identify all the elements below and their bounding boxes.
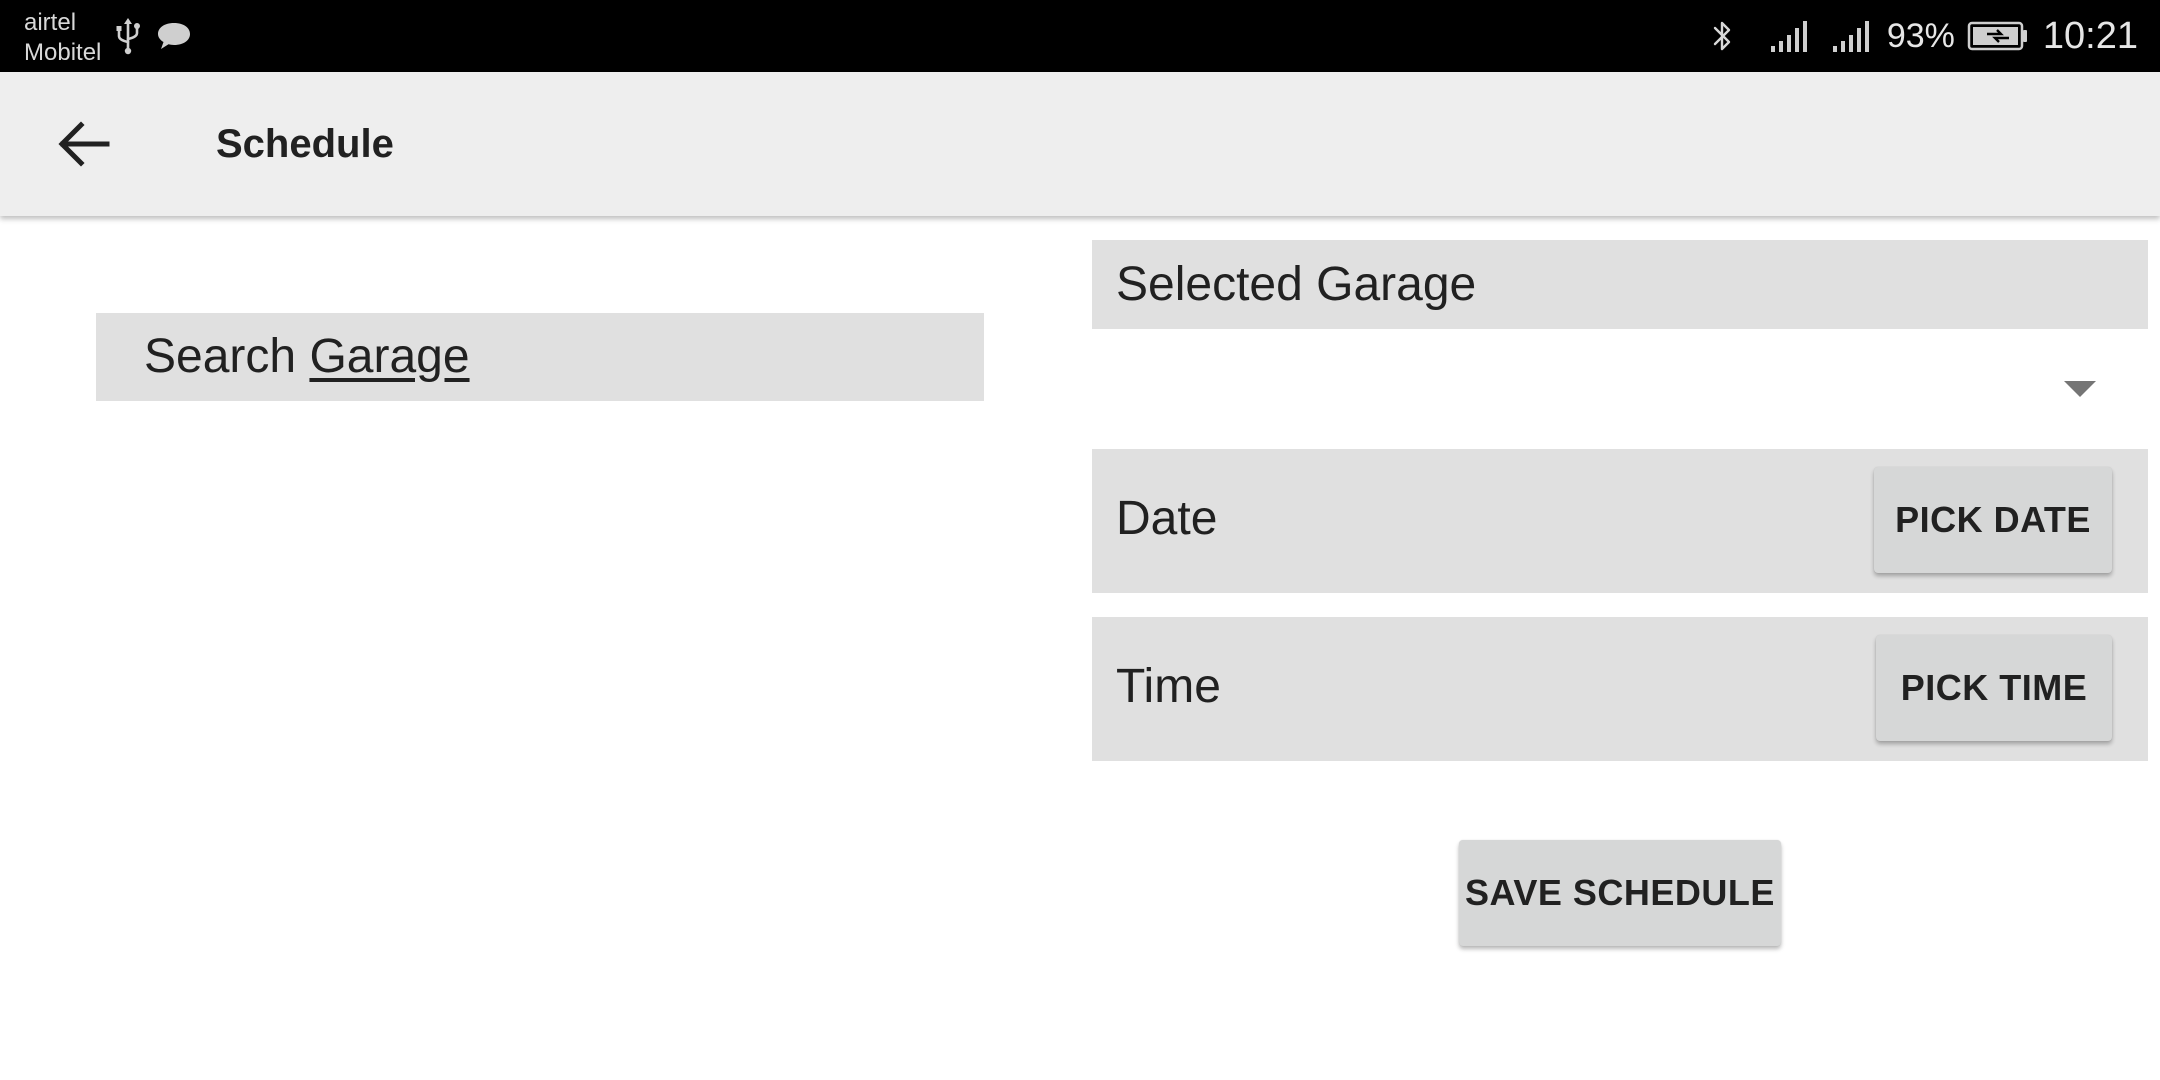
usb-icon bbox=[116, 18, 140, 55]
app-bar: Schedule bbox=[0, 72, 2160, 216]
page-title: Schedule bbox=[216, 122, 394, 166]
carrier-name-2: Mobitel bbox=[24, 39, 102, 66]
clock: 10:21 bbox=[2042, 14, 2138, 57]
save-schedule-button[interactable]: SAVE SCHEDULE bbox=[1459, 840, 1781, 946]
battery-percent: 93% bbox=[1886, 16, 1955, 55]
garage-dropdown[interactable] bbox=[1092, 345, 2148, 435]
signal-icon bbox=[1770, 21, 1807, 52]
carrier-info: airtel Mobitel bbox=[24, 8, 101, 68]
selected-garage-label: Selected Garage bbox=[1092, 240, 2148, 329]
status-bar: airtel Mobitel 93% 10:21 bbox=[0, 0, 2160, 72]
status-icons: 93% 10:21 bbox=[1711, 0, 2138, 72]
signal-icon bbox=[1832, 21, 1869, 52]
dropdown-triangle-icon bbox=[2064, 381, 2096, 397]
date-row: Date PICK DATE bbox=[1092, 449, 2148, 593]
time-row: Time PICK TIME bbox=[1092, 617, 2148, 761]
date-label: Date bbox=[1116, 492, 1218, 545]
battery-charging-icon bbox=[1967, 21, 2027, 51]
search-label-suffix: Garage bbox=[309, 330, 470, 383]
back-arrow-icon bbox=[58, 121, 110, 167]
pick-date-button[interactable]: PICK DATE bbox=[1874, 467, 2112, 573]
search-garage-input[interactable]: Search Garage bbox=[96, 313, 984, 401]
bluetooth-icon bbox=[1713, 21, 1731, 51]
pick-time-button[interactable]: PICK TIME bbox=[1876, 635, 2112, 741]
back-button[interactable] bbox=[40, 112, 128, 176]
time-label: Time bbox=[1116, 660, 1221, 713]
chat-icon bbox=[158, 23, 190, 49]
carrier-name-1: airtel bbox=[24, 9, 77, 36]
search-label-prefix: Search bbox=[144, 330, 297, 383]
